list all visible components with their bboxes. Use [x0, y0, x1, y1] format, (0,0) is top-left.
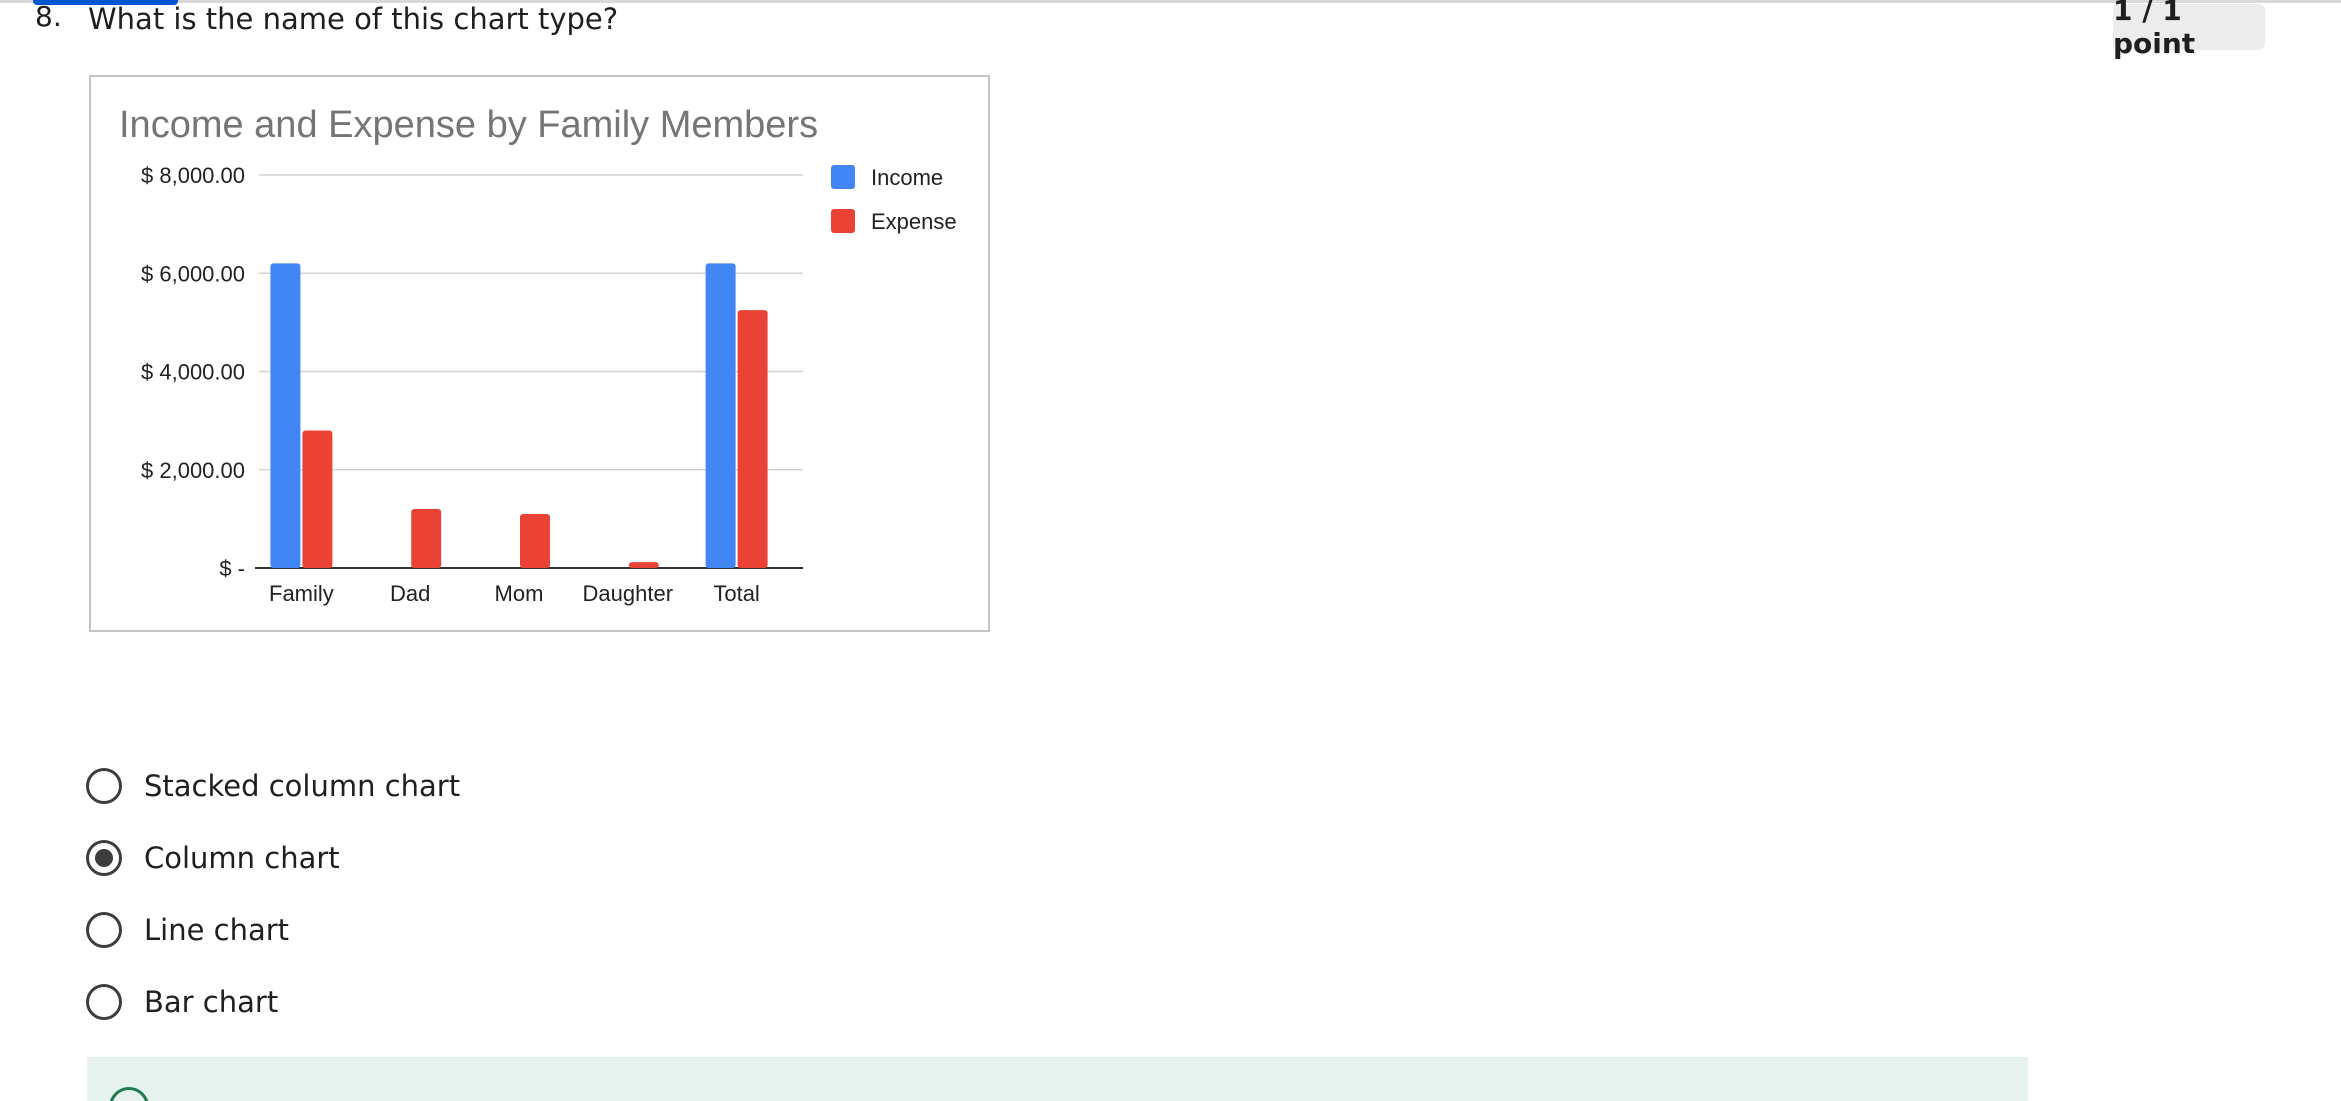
chart-title: Income and Expense by Family Members: [119, 104, 818, 146]
y-tick-label: $ 2,000.00: [141, 458, 245, 483]
check-circle-icon: [109, 1087, 149, 1101]
bar-expense-mom: [520, 513, 550, 568]
option-line-chart[interactable]: Line chart: [86, 912, 460, 948]
option-bar-chart[interactable]: Bar chart: [86, 984, 460, 1020]
radio-button[interactable]: [86, 768, 122, 804]
x-tick-label: Family: [269, 581, 334, 606]
x-tick-label: Dad: [390, 581, 430, 606]
legend-label-expense: Expense: [871, 209, 957, 234]
y-tick-label: $ 6,000.00: [141, 261, 245, 286]
bar-expense-daughter: [628, 562, 659, 568]
x-tick-label: Daughter: [583, 581, 674, 606]
bar-expense-dad: [411, 509, 442, 568]
legend-label-income: Income: [871, 165, 943, 190]
radio-button[interactable]: [86, 840, 122, 876]
bar-income-family: [270, 263, 301, 568]
answer-options: Stacked column chart Column chart Line c…: [86, 768, 460, 1056]
legend-swatch-expense: [831, 209, 855, 233]
feedback-panel: [87, 1057, 2028, 1101]
legend-swatch-income: [831, 165, 855, 189]
bar-income-total: [705, 263, 736, 568]
option-label: Stacked column chart: [144, 769, 461, 803]
question-number: 8.: [35, 0, 62, 33]
score-badge: 1 / 1 point: [2113, 0, 2265, 60]
x-tick-label: Mom: [495, 581, 544, 606]
x-tick-label: Total: [713, 581, 759, 606]
y-tick-label: $ 8,000.00: [141, 163, 245, 188]
question-text: What is the name of this chart type?: [88, 2, 619, 36]
y-tick-label: $ -: [219, 556, 245, 581]
column-chart: Income and Expense by Family Members $ - $…: [119, 104, 957, 606]
option-column-chart[interactable]: Column chart: [86, 840, 460, 876]
radio-button[interactable]: [86, 984, 122, 1020]
option-label: Column chart: [144, 841, 340, 875]
option-label: Bar chart: [144, 985, 279, 1019]
radio-selected-dot: [95, 849, 113, 867]
chart-image: Income and Expense by Family Members $ - $…: [89, 75, 990, 632]
radio-button[interactable]: [86, 912, 122, 948]
option-stacked-column-chart[interactable]: Stacked column chart: [86, 768, 460, 804]
y-tick-label: $ 4,000.00: [141, 360, 245, 385]
bar-expense-total: [737, 310, 768, 568]
option-label: Line chart: [144, 913, 290, 947]
bar-expense-family: [302, 430, 333, 568]
